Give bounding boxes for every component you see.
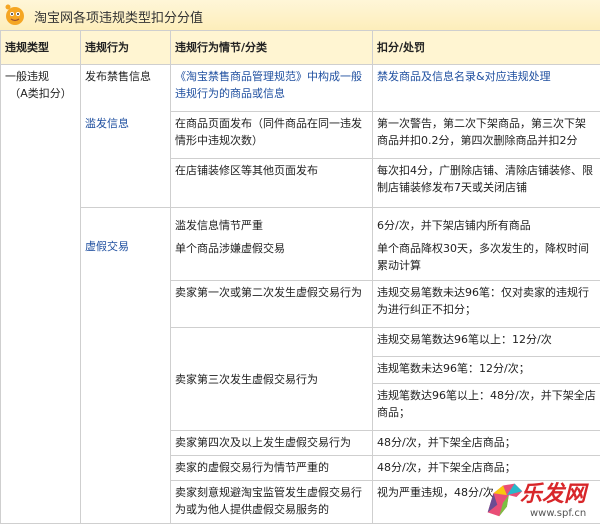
penalty-cell: 每次扣4分，广删除店铺、清除店铺装修、限制店铺装修发布7天或关闭店铺 <box>372 158 600 208</box>
table-row: 虚假交易 滥发信息情节严重 单个商品涉嫌虚假交易 6分/次，并下架店铺内所有商品… <box>1 207 600 524</box>
table-row: 滥发信息 在商品页面发布（同件商品在同一违发情形中违规次数） 第一次警告，第二次… <box>1 111 600 208</box>
type-line1: 一般违规 <box>5 70 49 83</box>
detail-cell: 卖家第四次及以上发生虚假交易行为 <box>170 430 373 456</box>
page: 淘宝网各项违规类型扣分分值 违规类型 违规行为 违规行为情节/分类 扣分/处罚 … <box>0 0 600 527</box>
watermark-text: 乐发网 <box>520 481 587 507</box>
site-watermark: 乐发网 www.spf.cn <box>480 472 598 526</box>
behavior-fake-trade: 虚假交易 <box>80 207 171 524</box>
penalty-cell: 违规笔数达96笔以上：48分/次，并下架全店商品； <box>372 383 600 431</box>
behavior-forbidden: 发布禁售信息 <box>80 64 171 112</box>
penalty-cell: 违规交易笔数未达96笔：仅对卖家的违规行为进行纠正不扣分； <box>372 280 600 328</box>
penalty-cell: 违规交易笔数达96笔以上：12分/次 <box>372 327 600 357</box>
violation-table: 违规类型 违规行为 违规行为情节/分类 扣分/处罚 一般违规 （A类扣分） 发布… <box>0 30 600 524</box>
detail-cell: 滥发信息情节严重 单个商品涉嫌虚假交易 <box>170 207 373 281</box>
mascot-logo-icon <box>5 4 24 25</box>
penalty-cell[interactable]: 禁发商品及信息名录&对应违规处理 <box>372 64 600 112</box>
table-row: 一般违规 （A类扣分） 发布禁售信息 《淘宝禁售商品管理规范》中构成一般违规行为… <box>0 64 600 524</box>
penalty-cell: 48分/次，并下架全店商品； <box>372 430 600 456</box>
detail-cell: 卖家第一次或第二次发生虚假交易行为 <box>170 280 373 328</box>
title-bar: 淘宝网各项违规类型扣分分值 <box>0 0 600 31</box>
header-row: 违规类型 违规行为 违规行为情节/分类 扣分/处罚 <box>0 30 600 65</box>
detail-cell: 卖家刻意规避淘宝监管发生虚假交易行为或为他人提供虚假交易服务的 <box>170 480 373 524</box>
penalty-cell: 违规笔数未达96笔：12分/次； <box>372 356 600 384</box>
header-detail: 违规行为情节/分类 <box>170 30 373 65</box>
detail-cell: 在店铺装修区等其他页面发布 <box>170 158 373 208</box>
detail-spam-severe: 滥发信息情节严重 <box>175 219 263 232</box>
watermark-url: www.spf.cn <box>530 508 587 519</box>
detail-cell: 卖家第三次发生虚假交易行为 <box>170 327 373 431</box>
detail-cell[interactable]: 《淘宝禁售商品管理规范》中构成一般违规行为的商品或信息 <box>170 64 373 112</box>
behavior-fake-trade-label: 虚假交易 <box>85 240 129 253</box>
penalty-cell: 第一次警告，第二次下架商品，第三次下架商品并扣0.2分，第四次删除商品并扣2分 <box>372 111 600 159</box>
detail-cell: 在商品页面发布（同件商品在同一违发情形中违规次数） <box>170 111 373 159</box>
penalty-cell: 6分/次，并下架店铺内所有商品 单个商品降权30天，多次发生的，降权时间累动计算 <box>372 207 600 281</box>
penalty-spam-severe: 6分/次，并下架店铺内所有商品 <box>377 219 531 232</box>
detail-single-fake: 单个商品涉嫌虚假交易 <box>175 242 285 255</box>
violation-type-cell: 一般违规 （A类扣分） <box>0 64 81 524</box>
header-type: 违规类型 <box>0 30 81 65</box>
header-penalty: 扣分/处罚 <box>372 30 600 65</box>
behavior-spam: 滥发信息 <box>80 111 171 208</box>
detail-cell: 卖家的虚假交易行为情节严重的 <box>170 455 373 481</box>
page-title: 淘宝网各项违规类型扣分分值 <box>34 11 204 26</box>
penalty-single-fake: 单个商品降权30天，多次发生的，降权时间累动计算 <box>377 242 589 272</box>
header-behavior: 违规行为 <box>80 30 171 65</box>
type-line2: （A类扣分） <box>9 87 72 100</box>
